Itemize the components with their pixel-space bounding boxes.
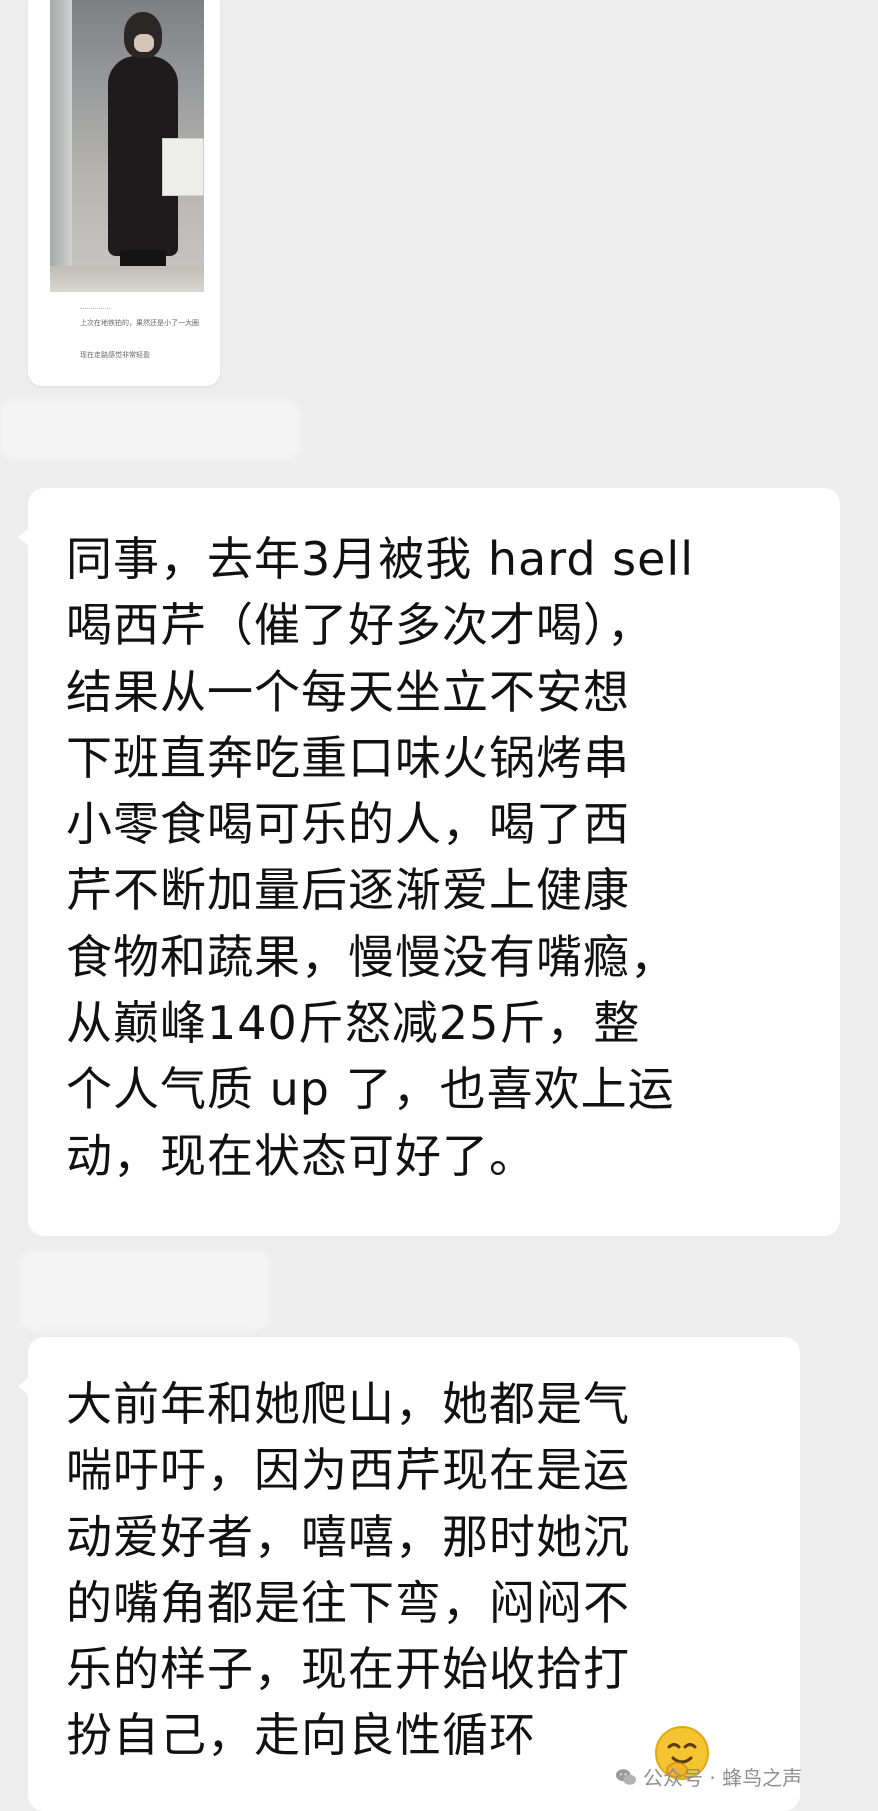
message-bubble[interactable]: 同事，去年3月被我 hard sell 喝西芹（催了好多次才喝）， 结果从一个每… — [18, 488, 840, 1236]
wechat-icon — [615, 1768, 637, 1785]
message-line: 乐的样子，现在开始收拾打 — [66, 1642, 630, 1697]
blurred-area — [20, 1250, 270, 1330]
caption-divider — [80, 308, 110, 312]
photo-floor — [50, 266, 204, 292]
message-line: 从巅峰140斤怒减25斤，整 — [66, 996, 641, 1051]
photo-shopping-bag — [162, 138, 204, 196]
message-line: 食物和蔬果，慢慢没有嘴瘾， — [66, 929, 677, 984]
message-line: 动，现在状态可好了。 — [66, 1128, 536, 1183]
photo-door — [50, 0, 72, 292]
photo-person-face — [134, 34, 154, 52]
message-line: 大前年和她爬山，她都是气 — [66, 1377, 630, 1431]
message-line: 芹不断加量后逐渐爱上健康 — [66, 863, 630, 918]
message-line: 个人气质 up 了，也喜欢上运 — [66, 1062, 675, 1117]
photo-scene — [50, 0, 204, 292]
message-line: 下班直奔吃重口味火锅烤串 — [66, 730, 630, 785]
image-message[interactable]: 上次在地铁拍的，果然还是小了一大圈 现在走路感觉非常轻盈 — [28, 0, 220, 386]
message-line: 的嘴角都是往下弯，闷闷不 — [66, 1575, 630, 1630]
message-line: 同事，去年3月被我 hard sell — [66, 532, 694, 586]
blurred-area — [0, 400, 300, 460]
message-line: 扮自己，走向良性循环 — [66, 1708, 536, 1763]
message-line: 喘吁吁，因为西芹现在是运 — [66, 1443, 630, 1498]
watermark: 公众号 · 蜂鸟之声 — [615, 1762, 802, 1791]
message-line: 小零食喝可乐的人，喝了西 — [66, 797, 630, 852]
message-text: 大前年和她爬山，她都是气 喘吁吁，因为西芹现在是运 动爱好者，嘻嘻，那时她沉 的… — [66, 1371, 630, 1769]
message-line: 动爱好者，嘻嘻，那时她沉 — [66, 1509, 630, 1564]
message-line: 结果从一个每天坐立不安想 — [66, 664, 630, 719]
photo-caption-1: 上次在地铁拍的，果然还是小了一大圈 — [80, 319, 199, 327]
subway-photo[interactable] — [50, 0, 220, 292]
message-line: 喝西芹（催了好多次才喝）， — [66, 598, 654, 653]
photo-caption-2: 现在走路感觉非常轻盈 — [80, 351, 150, 359]
message-text: 同事，去年3月被我 hard sell 喝西芹（催了好多次才喝）， 结果从一个每… — [66, 526, 694, 1189]
watermark-text: 公众号 · 蜂鸟之声 — [643, 1766, 803, 1790]
